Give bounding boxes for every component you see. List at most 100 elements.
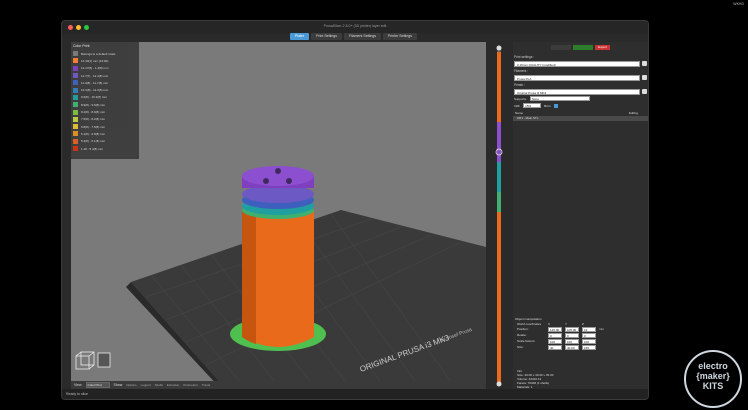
watermark-line-3: KITS: [702, 381, 724, 391]
gear-icon[interactable]: [642, 89, 647, 94]
slider-band-orange: [497, 212, 501, 384]
legend-item: 8.2(8) - 8.9(8) mm: [73, 108, 137, 115]
color-print-legend: Color Print Belongs to a default scale 1…: [71, 42, 139, 159]
toolbar-item-shells[interactable]: Shells: [155, 383, 163, 387]
view-cube-icon[interactable]: [75, 351, 111, 370]
model-hole-3: [275, 168, 281, 174]
model-shading: [242, 210, 256, 344]
view-type-select[interactable]: Color Print: [85, 382, 110, 388]
slider-top-handle[interactable]: [496, 45, 502, 51]
object-list-editing-header: Editing: [628, 111, 638, 115]
object-list-item[interactable]: HR1 - Main.STL: [513, 116, 648, 121]
world-coordinates-select[interactable]: World coordinates: [517, 322, 545, 326]
position-z-input[interactable]: 19: [582, 327, 596, 332]
legend-label: 10.3(8) - 11.0(8) mm: [81, 88, 109, 93]
print-settings-label: Print settings :: [514, 55, 535, 59]
supports-row: Supports: None: [513, 95, 648, 102]
gear-icon[interactable]: [642, 61, 647, 66]
supports-select[interactable]: None: [529, 96, 590, 101]
legend-item: 9.6(8) - 10.3(8) mm: [73, 94, 137, 101]
filament-select[interactable]: Prusa PLA: [514, 74, 640, 81]
legend-label: 14.30(1) mm (13:00): [81, 58, 109, 63]
slider-bottom-handle[interactable]: [496, 381, 502, 387]
axis-z-label: Z: [582, 322, 584, 326]
legend-label: 11.0(8) - 11.7(8) mm: [81, 80, 109, 85]
filament-combo: Prusa PLA: [514, 74, 647, 81]
slider-band-green: [497, 192, 501, 212]
tab-filament-settings[interactable]: Filament Settings: [343, 33, 382, 40]
watermark-line-2: {maker}: [696, 371, 730, 381]
legend-item: 1.18 - 5.4(8) mm: [73, 145, 137, 152]
legend-item: Belongs to a default scale: [73, 50, 137, 57]
object-manipulation-panel: Object manipulation World coordinates X …: [513, 317, 648, 351]
size-z-input[interactable]: 155: [582, 345, 596, 350]
rotation-label: Rotate:: [517, 333, 527, 337]
legend-swatch: [73, 87, 78, 93]
scale-x-input[interactable]: 100: [548, 339, 562, 344]
legend-label: 1.18 - 5.4(8) mm: [81, 146, 104, 151]
model-hole-1: [263, 178, 269, 184]
mode-advanced-button[interactable]: [573, 45, 594, 50]
legend-label: 12.17(8) - 1.4(8) mm: [81, 66, 109, 71]
window-title: PrusaSlicer-2.5.0+ (3D printer) layer ed…: [323, 24, 387, 28]
layer-slider[interactable]: [489, 42, 509, 389]
mode-expert-button[interactable]: Expert: [595, 45, 610, 50]
legend-swatch: [73, 138, 78, 144]
size-x-input[interactable]: 40: [548, 345, 562, 350]
tab-plater[interactable]: Plater: [290, 33, 310, 40]
view-label: View: [74, 383, 82, 387]
legend-label: 8.9(8) - 9.6(8) mm: [81, 102, 106, 107]
show-label: Show: [113, 383, 123, 387]
rotation-z-input[interactable]: 0: [582, 333, 596, 338]
layer-slider-graphic: [495, 45, 503, 387]
legend-item: 11.0(8) - 11.7(8) mm: [73, 79, 137, 86]
infill-select[interactable]: 15%: [523, 103, 542, 108]
scale-y-input[interactable]: 100: [565, 339, 579, 344]
legend-item: 6.1(8) - 6.8(8) mm: [73, 130, 137, 137]
toolbar-item-options[interactable]: Options: [126, 383, 136, 387]
legend-item: 7.5(8) - 8.2(8) mm: [73, 116, 137, 123]
3d-viewport[interactable]: ORIGINAL PRUSA i3 MK3 by Josef Prusa Col…: [71, 42, 486, 389]
tab-print-settings[interactable]: Print Settings: [311, 33, 342, 40]
print-settings-combo: 0.15mm QUALITY (modified): [514, 60, 647, 67]
position-x-input[interactable]: 125.00: [548, 327, 562, 332]
brim-checkbox[interactable]: [554, 103, 559, 108]
legend-swatch: [73, 94, 78, 100]
legend-label: 9.6(8) - 10.3(8) mm: [81, 95, 107, 100]
scale-z-input[interactable]: 100: [582, 339, 596, 344]
view-toolbar: View Color Print Show Options Legend She…: [71, 381, 486, 389]
mode-switcher: Expert: [513, 42, 648, 53]
legend-item: 6.8(8) - 7.5(8) mm: [73, 123, 137, 130]
infill-label: Infill:: [514, 103, 521, 108]
system-topbar-text: WKHD: [733, 2, 744, 6]
position-label: Position:: [517, 327, 529, 331]
position-unit: mm: [599, 327, 604, 331]
filament-label: Filament :: [514, 69, 528, 73]
rotation-x-input[interactable]: 0: [548, 333, 562, 338]
size-label: Size:: [517, 345, 524, 349]
position-y-input[interactable]: 105.00: [565, 327, 579, 332]
legend-swatch: [73, 146, 78, 151]
sidebar: Expert Print settings : 0.15mm QUALITY (…: [513, 42, 648, 397]
legend-label: Belongs to a default scale: [81, 51, 116, 56]
toolbar-item-legend[interactable]: Legend: [141, 383, 151, 387]
toolbar-item-perimeters[interactable]: Perimeters: [183, 383, 198, 387]
legend-swatch: [73, 58, 78, 64]
legend-label: 7.5(8) - 8.2(8) mm: [81, 117, 106, 122]
mode-simple-button[interactable]: [551, 45, 572, 50]
tab-printer-settings[interactable]: Printer Settings: [383, 33, 417, 40]
printer-select[interactable]: Original Prusa i3 MK3: [514, 88, 640, 95]
rotation-y-input[interactable]: 0: [565, 333, 579, 338]
brim-label: Brim:: [544, 103, 552, 108]
print-settings-select[interactable]: 0.15mm QUALITY (modified): [514, 60, 640, 67]
size-y-input[interactable]: 40.00: [565, 345, 579, 350]
legend-item: 12.17(8) - 1.4(8) mm: [73, 65, 137, 72]
slider-band-orange-top: [497, 52, 501, 122]
axis-y-label: Y: [565, 322, 568, 326]
toolbar-item-extrusion[interactable]: Extrusion: [167, 383, 180, 387]
toolbar-item-travel[interactable]: Travel: [202, 383, 210, 387]
printer-label: Printer :: [514, 83, 526, 87]
main-tabs: Plater Print Settings Filament Settings …: [290, 33, 417, 40]
status-bar: Ready to slice: [62, 389, 648, 399]
gear-icon[interactable]: [642, 75, 647, 80]
